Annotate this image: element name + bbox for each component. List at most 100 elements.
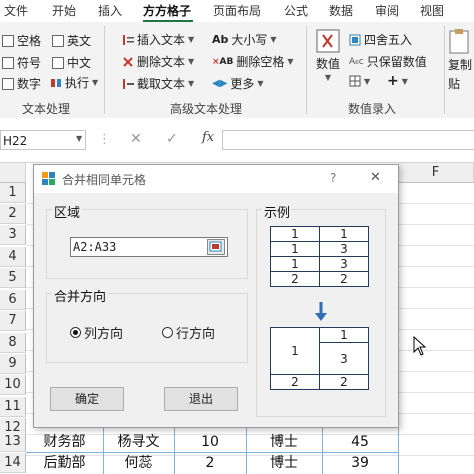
row-header[interactable]: 8 [0,333,26,353]
row-header[interactable]: 2 [0,204,26,224]
radio-column-direction[interactable]: 列方向 [70,323,123,342]
execute-label: 执行 [65,76,90,90]
column-direction-label: 列方向 [84,327,124,342]
insert-function-icon[interactable]: fx [202,130,214,145]
dialog-title-bar[interactable]: 合并相同单元格 ? ✕ [34,165,398,193]
range-picker-button[interactable] [207,239,225,255]
tab-fangfanggezi[interactable]: 方方格子 [143,2,191,19]
example-merged-cell: 3 [319,342,369,375]
row-header[interactable]: 13 [0,432,26,452]
close-icon[interactable]: ✕ [370,170,381,185]
chevron-down-icon[interactable]: ▼ [76,134,82,143]
cell-name[interactable]: 何蕊 [103,453,174,474]
insert-text-button[interactable]: 插入文本 ▼ [122,31,194,48]
tab-file[interactable]: 文件 [4,2,28,19]
row-header[interactable]: 14 [0,453,26,473]
delete-spaces-icon: ×AB [212,56,234,67]
tab-insert[interactable]: 插入 [98,2,122,19]
value-button[interactable]: 数值 ▼ [312,28,344,82]
delete-text-button[interactable]: 删除文本 ▼ [122,53,194,70]
arrow-down-icon [315,302,327,321]
row-header[interactable]: 6 [0,290,26,310]
execute-button[interactable]: 执行 ▼ [50,74,98,91]
ribbon-tabs: 文件 开始 插入 方方格子 页面布局 公式 数据 审阅 视图 [0,0,474,23]
copy-paste-button[interactable]: 复制 贴 [448,28,472,92]
more-options-icon[interactable]: ⋮ [98,132,111,147]
direction-legend: 合并方向 [52,286,109,305]
cell-years[interactable]: 2 [174,453,246,474]
cell-age[interactable]: 39 [322,453,398,474]
insert-text-label: 插入文本 [137,33,186,47]
column-header-f[interactable]: F [398,163,474,183]
tab-view[interactable]: 视图 [420,2,444,19]
tab-review[interactable]: 审阅 [375,2,399,19]
chevron-down-icon: ▼ [257,79,264,88]
row-header[interactable]: 3 [0,225,26,245]
cell-degree[interactable]: 博士 [246,453,322,474]
checkbox-icon [2,77,14,90]
extract-text-button[interactable]: 截取文本 ▼ [122,75,194,92]
cell-department[interactable]: 财务部 [26,432,103,453]
checkbox-label: 数字 [17,77,42,91]
example-cell: 2 [319,271,369,287]
range-input-value: A2:A33 [73,240,117,254]
checkbox-number[interactable]: 数字 [2,75,41,92]
radio-unselected-icon [162,327,173,338]
checkbox-symbol[interactable]: 符号 [2,54,41,71]
checkbox-label: 符号 [17,56,42,70]
checkbox-chinese[interactable]: 中文 [52,54,91,71]
chevron-down-icon: ▼ [270,35,277,44]
row-header[interactable]: 4 [0,247,26,267]
ribbon: 空格 英文 符号 中文 数字 执行 ▼ 文本处理 插入文本 ▼ 删除文本 ▼ 截取文本… [0,22,474,119]
case-button[interactable]: Ab 大小写 ▼ [212,31,277,48]
value-label: 数值 [315,57,340,71]
round-label: 四舍五入 [364,33,413,47]
range-picker-icon [209,241,222,252]
row-header[interactable]: 5 [0,268,26,288]
example-cell: 2 [270,271,320,287]
dialog-title: 合并相同单元格 [62,173,147,187]
checkbox-english[interactable]: 英文 [52,32,91,49]
example-legend: 示例 [262,202,293,221]
merge-cells-dialog: 合并相同单元格 ? ✕ 区域 A2:A33 合并方向 列方向 行方向 确定 退出… [33,164,399,428]
round-button[interactable]: 四舍五入 [349,31,412,48]
delete-spaces-button[interactable]: ×AB 删除空格 ▼ [212,53,294,70]
row-header[interactable]: 11 [0,397,26,417]
group-label-number-entry: 数值录入 [348,102,397,116]
cell-years[interactable]: 10 [174,432,246,453]
ok-button[interactable]: 确定 [50,387,124,411]
range-input[interactable]: A2:A33 [70,237,228,257]
chevron-down-icon: ▼ [324,73,332,82]
exit-button[interactable]: 退出 [164,387,238,411]
chevron-down-icon: ▼ [188,57,195,66]
cell-age[interactable]: 45 [322,432,398,453]
plus-button[interactable]: + ▼ [387,73,408,89]
cell-degree[interactable]: 博士 [246,432,322,453]
select-all-corner[interactable] [0,163,26,183]
chevron-down-icon: ▼ [188,35,195,44]
formula-bar: H22 ▼ ⋮ ✕ ✓ fx [0,118,474,163]
row-header[interactable]: 7 [0,311,26,331]
keep-value-button[interactable]: A₆c 只保留数值 [349,53,427,70]
chevron-down-icon: ▼ [287,57,294,66]
cell-name[interactable]: 杨寻文 [103,432,174,453]
row-header[interactable]: 10 [0,375,26,395]
radio-row-direction[interactable]: 行方向 [162,323,215,342]
more-button[interactable]: ◀▶ 更多 ▼ [212,75,264,92]
row-header[interactable]: 9 [0,354,26,374]
tab-data[interactable]: 数据 [329,2,353,19]
checkbox-icon [2,34,14,47]
checkbox-space[interactable]: 空格 [2,32,41,49]
number-format-button[interactable]: ▼ [349,75,370,87]
tab-page-layout[interactable]: 页面布局 [213,2,261,19]
name-box[interactable]: H22 [0,130,86,150]
tab-home[interactable]: 开始 [52,2,76,19]
confirm-edit-icon[interactable]: ✓ [166,131,178,147]
more-label: 更多 [230,77,255,91]
cell-department[interactable]: 后勤部 [26,453,103,474]
cancel-edit-icon[interactable]: ✕ [130,131,142,147]
row-header[interactable]: 1 [0,183,26,203]
help-icon[interactable]: ? [330,171,336,185]
tab-formulas[interactable]: 公式 [284,2,308,19]
formula-input[interactable] [222,130,474,150]
